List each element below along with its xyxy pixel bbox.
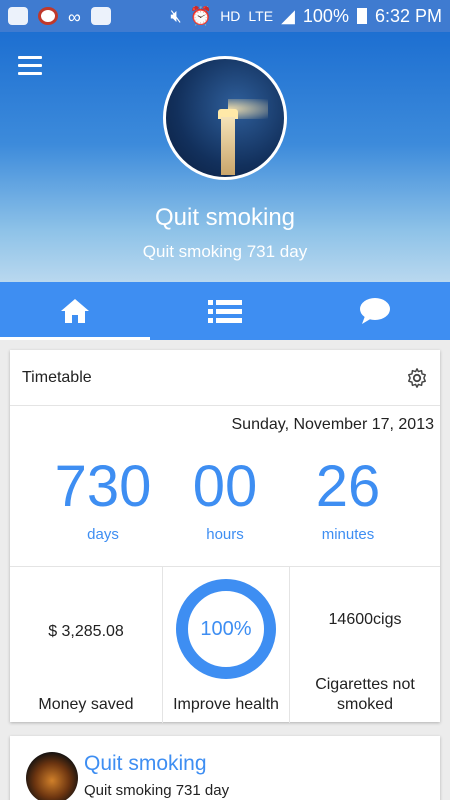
list-icon (208, 300, 242, 323)
tab-chat[interactable] (300, 282, 450, 340)
profile-title: Quit smoking (154, 204, 296, 231)
timetable-title: Timetable (22, 368, 92, 386)
hd-indicator: HD (220, 8, 241, 24)
cigarettes-label: Cigarettes not smoked (315, 676, 415, 713)
status-bar: ∞ 🔇︎ ⏰ HD LTE ◢ 100% 6:32 PM (0, 0, 450, 32)
timetable-header: Timetable (10, 350, 440, 406)
money-saved-stat: $ 3,285.08 Money saved (10, 567, 162, 723)
stats-row: $ 3,285.08 Money saved 100% Improve heal… (10, 566, 440, 723)
minutes-counter: 26 minutes (293, 454, 403, 543)
minutes-label: minutes (321, 526, 375, 543)
elapsed-counter: 730 days 00 hours 26 minutes (10, 454, 440, 554)
profile-card-subtitle: Quit smoking 731 day (84, 782, 230, 799)
mute-icon: 🔇︎ (170, 5, 182, 26)
battery-icon (356, 8, 367, 24)
health-value: 100% (200, 617, 252, 640)
profile-card-avatar (26, 752, 78, 800)
signal-icon: ◢ (281, 5, 295, 26)
home-icon (61, 299, 89, 323)
profile-card-title: Quit smoking (84, 752, 207, 775)
tab-bar (0, 282, 450, 340)
health-stat: 100% Improve health (163, 567, 289, 723)
network-indicator: LTE (248, 8, 274, 24)
hours-value: 00 (192, 454, 258, 519)
cigarettes-stat: 14600cigs Cigarettes not smoked (290, 567, 440, 723)
tab-list[interactable] (150, 282, 300, 340)
app-notification-icon (38, 7, 58, 25)
link-icon: ∞ (68, 7, 81, 27)
cigarettes-value: 14600cigs (328, 611, 402, 628)
hours-counter: 00 hours (170, 454, 280, 543)
menu-icon[interactable] (18, 56, 42, 76)
money-saved-label: Money saved (38, 696, 134, 713)
days-counter: 730 days (38, 454, 168, 543)
talk-icon (90, 7, 111, 25)
settings-gear-icon[interactable] (406, 367, 428, 389)
alarm-icon: ⏰ (189, 5, 213, 26)
battery-level: 100% (302, 5, 349, 26)
timetable-card: Timetable Sunday, November 17, 2013 730 … (10, 350, 440, 723)
messages-icon (8, 7, 28, 25)
profile-avatar[interactable] (163, 56, 287, 180)
profile-subtitle: Quit smoking 731 day (142, 242, 308, 261)
hours-label: hours (206, 526, 244, 543)
profile-card[interactable]: Quit smoking Quit smoking 731 day (10, 736, 440, 800)
health-label: Improve health (173, 696, 279, 713)
chat-icon (360, 298, 390, 324)
days-label: days (87, 526, 119, 543)
health-progress-ring: 100% (176, 579, 276, 679)
profile-header: Quit smoking Quit smoking 731 day (0, 32, 450, 282)
minutes-value: 26 (315, 454, 381, 519)
money-saved-value: $ 3,285.08 (48, 623, 124, 640)
timetable-date: Sunday, November 17, 2013 (231, 416, 435, 433)
clock: 6:32 PM (374, 5, 442, 26)
days-value: 730 (54, 454, 152, 519)
tab-home[interactable] (0, 282, 150, 340)
